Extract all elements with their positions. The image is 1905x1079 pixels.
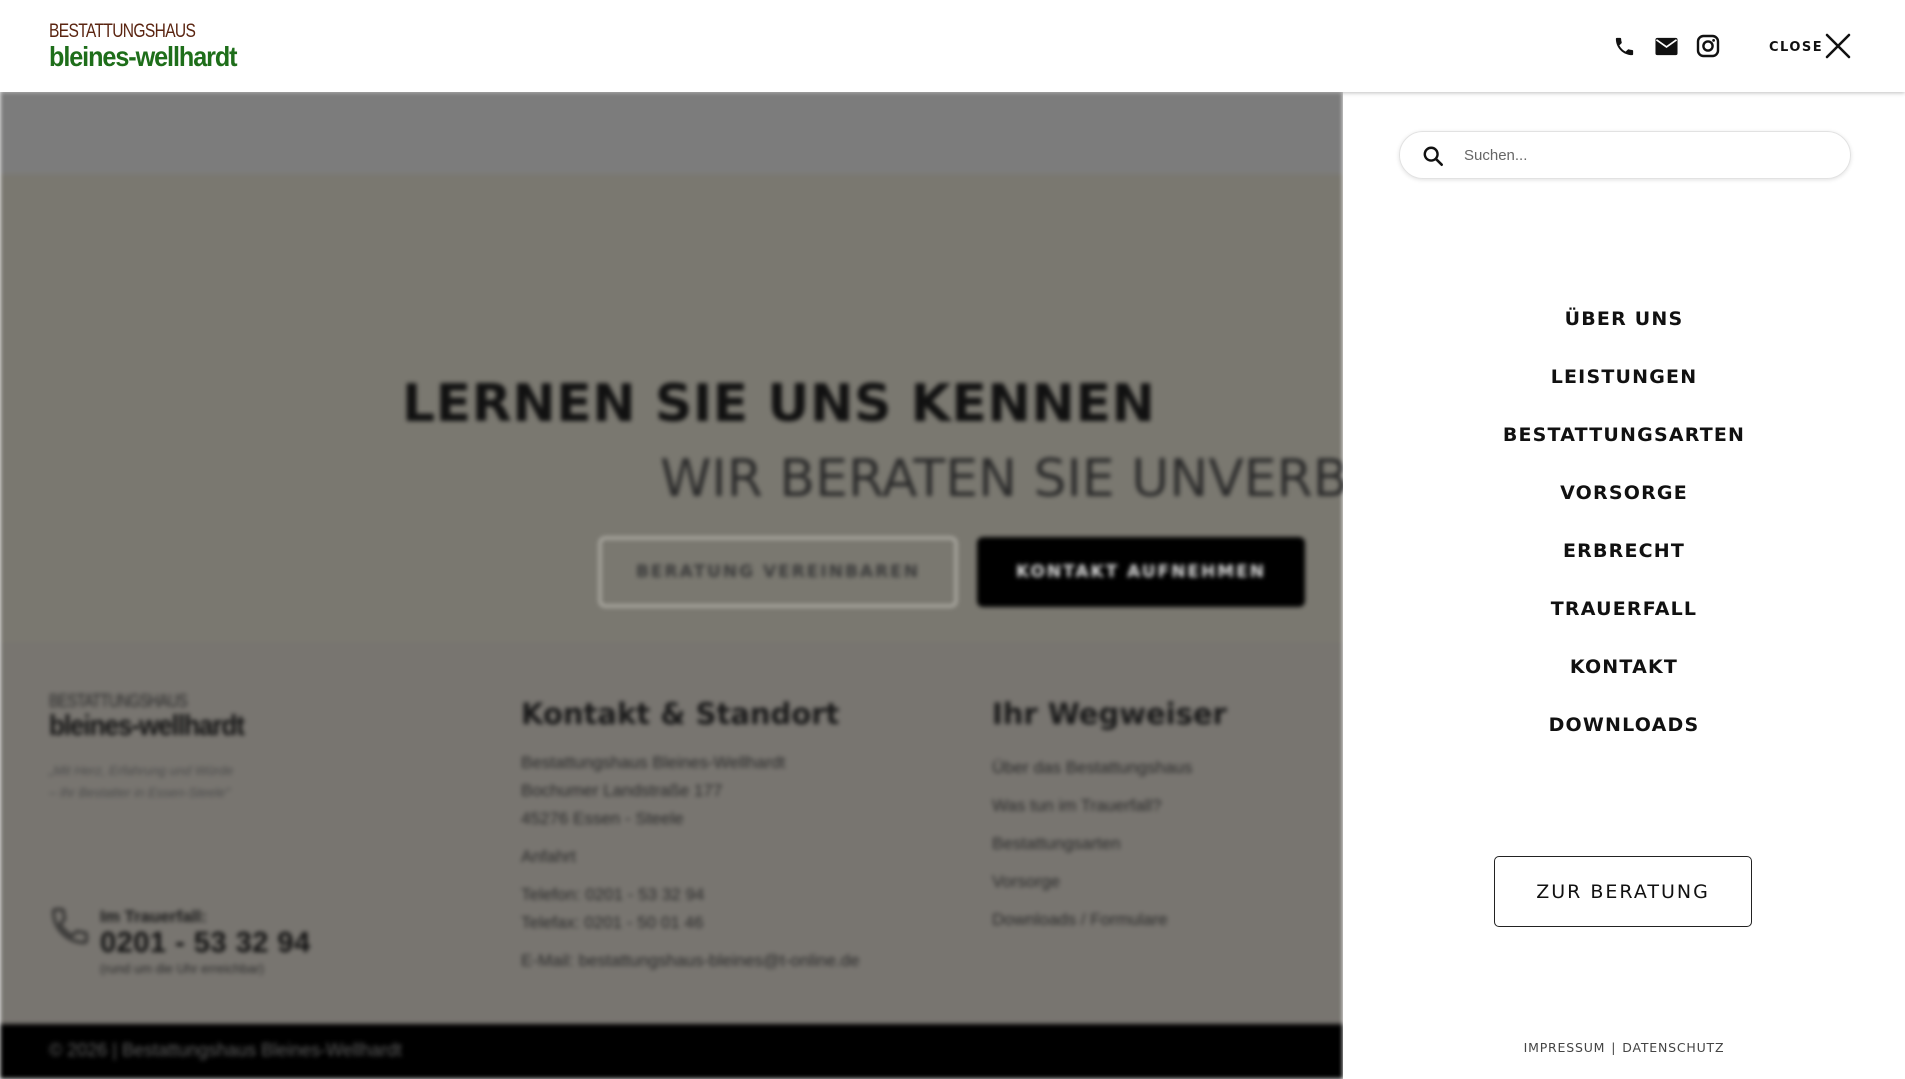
menu-item-label[interactable]: ERBRECHT bbox=[1563, 540, 1685, 562]
impressum-link[interactable]: IMPRESSUM bbox=[1524, 1040, 1606, 1055]
legal-separator: | bbox=[1611, 1040, 1617, 1055]
footer-quote: „Mit Herz, Erfahrung und Würde – Ihr Bes… bbox=[49, 763, 234, 800]
footer-logo-main: bleines-wellhardt bbox=[49, 710, 245, 742]
guide-column: Ihr Wegweiser Über das Bestattungshaus W… bbox=[992, 697, 1227, 939]
menu-item-ueber-uns[interactable]: ÜBER UNS bbox=[1343, 290, 1905, 348]
main-menu: ÜBER UNS LEISTUNGEN BESTATTUNGSARTEN VOR… bbox=[1343, 290, 1905, 754]
phone-outline-icon bbox=[48, 904, 92, 948]
hero-subtitle: WIR BERATEN SIE UNVERBIN bbox=[660, 449, 1343, 509]
legal-links: IMPRESSUM | DATENSCHUTZ bbox=[1343, 1040, 1905, 1055]
zur-beratung-button[interactable]: ZUR BERATUNG bbox=[1494, 856, 1752, 927]
beratung-vereinbaren-button: BERATUNG VEREINBAREN bbox=[599, 537, 957, 607]
address-line: Bochumer Landstraße 177 bbox=[521, 781, 723, 800]
phone-icon[interactable] bbox=[1611, 33, 1637, 59]
envelope-icon[interactable] bbox=[1653, 33, 1679, 59]
datenschutz-link[interactable]: DATENSCHUTZ bbox=[1622, 1040, 1724, 1055]
menu-item-erbrecht[interactable]: ERBRECHT bbox=[1343, 522, 1905, 580]
menu-panel: ÜBER UNS LEISTUNGEN BESTATTUNGSARTEN VOR… bbox=[1343, 92, 1905, 1079]
menu-item-label[interactable]: ÜBER UNS bbox=[1565, 308, 1684, 330]
contact-column: Kontakt & Standort Bestattungshaus Blein… bbox=[521, 697, 860, 975]
logo-main-text: bleines-wellhardt bbox=[49, 41, 238, 72]
instagram-icon[interactable] bbox=[1695, 33, 1721, 59]
menu-item-label[interactable]: BESTATTUNGSARTEN bbox=[1503, 424, 1745, 446]
emergency-phone-number: 0201 - 53 32 94 bbox=[100, 927, 311, 959]
menu-item-label[interactable]: DOWNLOADS bbox=[1549, 714, 1700, 736]
guide-link: Über das Bestattungshaus bbox=[992, 758, 1193, 777]
menu-item-leistungen[interactable]: LEISTUNGEN bbox=[1343, 348, 1905, 406]
contact-phone: Telefon: 0201 - 53 32 94 bbox=[521, 885, 705, 904]
site-footer: BESTATTUNGSHAUS bleines-wellhardt „Mit H… bbox=[0, 642, 1343, 1024]
search-box[interactable] bbox=[1399, 131, 1851, 179]
contact-email: E-Mail: bestattungshaus-bleines@t-online… bbox=[521, 951, 860, 970]
guide-link: Bestattungsarten bbox=[992, 834, 1121, 853]
logo-top-text: BESTATTUNGSHAUS bbox=[49, 21, 196, 42]
menu-item-vorsorge[interactable]: VORSORGE bbox=[1343, 464, 1905, 522]
emergency-label: Im Trauerfall: bbox=[100, 907, 207, 926]
hero-section: LERNEN SIE UNS KENNEN WIR BERATEN SIE UN… bbox=[0, 174, 1343, 642]
site-header: BESTATTUNGSHAUS bleines-wellhardt CLOSE bbox=[0, 0, 1905, 92]
site-logo[interactable]: BESTATTUNGSHAUS bleines-wellhardt bbox=[49, 22, 257, 71]
guide-link: Downloads / Formulare bbox=[992, 910, 1168, 929]
address-line: Bestattungshaus Bleines-Wellhardt bbox=[521, 753, 786, 772]
footer-logo-top: BESTATTUNGSHAUS bbox=[49, 691, 188, 711]
menu-item-downloads[interactable]: DOWNLOADS bbox=[1343, 696, 1905, 754]
copyright: © 2026 | Bestattungshaus Bleines-Wellhar… bbox=[49, 1040, 402, 1060]
menu-item-label[interactable]: VORSORGE bbox=[1560, 482, 1688, 504]
search-icon bbox=[1422, 145, 1444, 167]
guide-link: Was tun im Trauerfall? bbox=[992, 796, 1162, 815]
footer-logo: BESTATTUNGSHAUS bleines-wellhardt bbox=[49, 692, 266, 741]
page-overlay[interactable]: LERNEN SIE UNS KENNEN WIR BERATEN SIE UN… bbox=[0, 92, 1343, 1079]
close-icon[interactable] bbox=[1824, 32, 1852, 60]
guide-link: Vorsorge bbox=[992, 872, 1061, 891]
menu-item-kontakt[interactable]: KONTAKT bbox=[1343, 638, 1905, 696]
contact-heading: Kontakt & Standort bbox=[521, 697, 840, 731]
top-strip bbox=[0, 92, 1343, 174]
background-page: LERNEN SIE UNS KENNEN WIR BERATEN SIE UN… bbox=[0, 92, 1343, 1079]
directions-link: Anfahrt bbox=[521, 847, 576, 866]
emergency-phone-note: (rund um die Uhr erreichbar) bbox=[100, 961, 265, 976]
menu-item-label[interactable]: TRAUERFALL bbox=[1551, 598, 1697, 620]
guide-heading: Ihr Wegweiser bbox=[992, 697, 1227, 731]
footer-bottom-bar: © 2026 | Bestattungshaus Bleines-Wellhar… bbox=[0, 1024, 1343, 1079]
contact-fax: Telefax: 0201 - 50 01 46 bbox=[521, 913, 704, 932]
close-label[interactable]: CLOSE bbox=[1769, 40, 1823, 55]
menu-item-bestattungsarten[interactable]: BESTATTUNGSARTEN bbox=[1343, 406, 1905, 464]
menu-item-label[interactable]: KONTAKT bbox=[1570, 656, 1678, 678]
menu-item-trauerfall[interactable]: TRAUERFALL bbox=[1343, 580, 1905, 638]
menu-item-label[interactable]: LEISTUNGEN bbox=[1551, 366, 1698, 388]
search-input[interactable] bbox=[1464, 132, 1834, 178]
hero-title: LERNEN SIE UNS KENNEN bbox=[402, 374, 1156, 434]
kontakt-aufnehmen-button: KONTAKT AUFNEHMEN bbox=[977, 537, 1305, 607]
address-line: 45276 Essen - Steele bbox=[521, 809, 684, 828]
